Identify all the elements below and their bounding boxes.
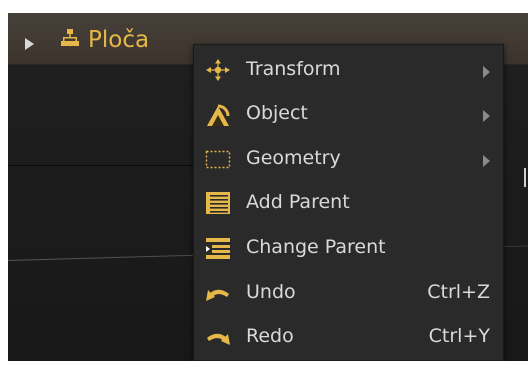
menu-item-redo[interactable]: Redo Ctrl+Y: [194, 316, 503, 356]
hierarchy-icon: [61, 29, 79, 46]
menu-item-change-parent[interactable]: Change Parent: [194, 227, 503, 267]
redo-icon: [207, 333, 230, 345]
menu-item-label: Object: [246, 102, 308, 124]
context-menu: Transform Object Geometry Add Parent Cha…: [193, 44, 504, 361]
triangle-right-icon[interactable]: [25, 38, 34, 50]
add-parent-icon: [206, 192, 230, 214]
move-arrows-icon: [206, 59, 230, 81]
menu-item-label: Geometry: [246, 147, 341, 169]
menu-item-transform[interactable]: Transform: [194, 49, 503, 89]
menu-item-shortcut: Ctrl+Y: [428, 325, 490, 347]
page-border-bottom: [0, 361, 528, 369]
submenu-chevron-icon: [483, 66, 490, 78]
page-border-top: [0, 0, 528, 13]
submenu-chevron-icon: [483, 155, 490, 167]
menu-item-label: Add Parent: [246, 191, 350, 213]
panel-divider: [8, 165, 193, 166]
dotted-rectangle-icon: [205, 150, 231, 169]
change-parent-icon: [206, 238, 230, 259]
editor-viewport-stage: Ploča Transform Object Geometry Add Pare…: [0, 0, 528, 369]
menu-item-shortcut: Ctrl+Z: [427, 281, 490, 303]
menu-item-label: Change Parent: [246, 236, 386, 258]
scroll-tick: [524, 168, 526, 187]
menu-item-add-parent[interactable]: Add Parent: [194, 182, 503, 222]
menu-item-geometry[interactable]: Geometry: [194, 138, 503, 178]
menu-item-undo[interactable]: Undo Ctrl+Z: [194, 272, 503, 312]
menu-item-object[interactable]: Object: [194, 93, 503, 133]
object-icon: [207, 104, 230, 126]
undo-icon: [206, 289, 229, 301]
menu-item-label: Redo: [246, 325, 294, 347]
menu-item-label: Transform: [246, 58, 341, 80]
page-border-left: [0, 0, 8, 369]
object-name-title: Ploča: [88, 27, 150, 53]
submenu-chevron-icon: [483, 110, 490, 122]
menu-item-label: Undo: [246, 281, 296, 303]
